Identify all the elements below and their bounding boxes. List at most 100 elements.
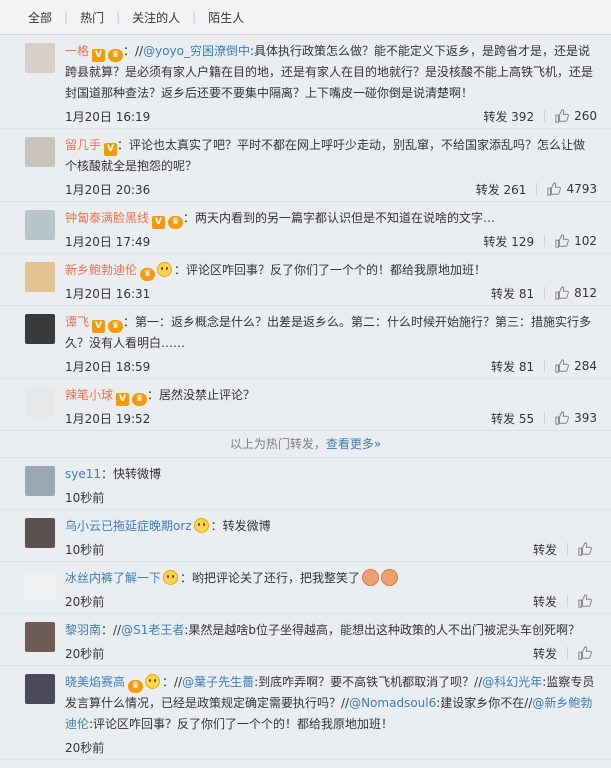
avatar[interactable] [25,43,55,73]
repost-body: 黎羽南：//@S1老王者:果然是越啥b位子坐得越高，能想出这种政策的人不出门被泥… [65,620,597,665]
like-button[interactable]: 260 [555,109,597,123]
divider [567,647,568,659]
recent-repost-item: 乌小云已拖延症晚期orz ：转发微博 10秒前 转发 [0,510,611,562]
mention-link[interactable]: @科幻光年 [482,675,542,689]
timestamp[interactable]: 20秒前 [65,645,533,662]
repost-body: 一格 V ♛ ：//@yoyo_穷困潦倒中:具体执行政策怎么做？能不能定义下返乡，是跨… [65,41,597,128]
repost-content-text: ：哟把评论关了还行，把我整笑了 [180,571,361,585]
avatar[interactable] [25,137,55,167]
user-nickname[interactable]: 一格 [65,44,89,58]
thumb-up-icon [555,411,569,425]
like-button[interactable] [578,542,597,556]
timestamp[interactable]: 10秒前 [65,489,597,506]
view-more-link[interactable]: 查看更多» [326,437,381,451]
repost-button[interactable]: 转发 81 [491,358,534,375]
like-count: 393 [574,411,597,425]
smiley-face-icon [157,262,173,277]
avatar[interactable] [25,314,55,344]
avatar[interactable] [25,674,55,704]
repost-button[interactable]: 转发 [533,541,557,558]
tab-following[interactable]: 关注的人 [130,9,182,26]
repost-content-text: ：// [101,623,122,637]
divider [536,183,538,195]
avatar[interactable] [25,518,55,548]
like-button[interactable]: 102 [555,234,597,248]
repost-meta: 1月20日 17:49 转发 129 102 [65,229,597,253]
mention-link[interactable]: @yoyo_穷困潦倒中 [143,44,250,58]
user-nickname[interactable]: 留几手 [65,138,101,152]
user-nickname[interactable]: sye11 [65,467,101,481]
hot-repost-item: 谭飞 V ♛ ：第一：返乡概念是什么？出差是返乡么。第二：什么时候开始施行？第三：措施… [0,306,611,379]
repost-content-text: ：转发微博 [210,519,271,533]
more-hot-text: 以上为热门转发， [229,437,326,451]
repost-button[interactable]: 转发 261 [476,181,527,198]
repost-content-text: ：第一：返乡概念是什么？出差是返乡么。第二：什么时候开始施行？第三：措施实行多久… [65,315,592,350]
timestamp[interactable]: 20秒前 [65,739,597,756]
timestamp[interactable]: 1月20日 17:49 [65,233,483,250]
like-count: 260 [574,109,597,123]
thumb-up-icon [578,542,592,556]
like-button[interactable] [578,594,597,608]
timestamp[interactable]: 1月20日 19:52 [65,410,491,427]
repost-button[interactable]: 转发 81 [491,285,534,302]
repost-meta: 10秒前 [65,485,597,509]
mention-link[interactable]: @葉子先生薔 [182,675,254,689]
avatar[interactable] [25,262,55,292]
repost-list-panel: 全部 | 热门 | 关注的人 | 陌生人 一格 V ♛ ：//@yoyo_穷困潦倒中:… [0,0,611,768]
timestamp[interactable]: 1月20日 20:36 [65,181,476,198]
user-nickname[interactable]: 辣笔小球 [65,388,113,402]
like-button[interactable]: 284 [555,359,597,373]
tab-all[interactable]: 全部 [26,9,54,26]
verified-badge-icon: V [116,393,130,406]
mention-link[interactable]: @S1老王者 [121,623,184,637]
repost-meta: 1月20日 19:52 转发 55 393 [65,406,597,430]
repost-meta: 1月20日 16:31 转发 81 812 [65,281,597,305]
user-nickname[interactable]: 乌小云已拖延症晚期orz [65,519,192,533]
timestamp[interactable]: 1月20日 18:59 [65,358,491,375]
repost-content-text: :评论区咋回事？反了你们了一个个的！都给我原地加班！ [89,717,394,731]
user-nickname[interactable]: 黎羽南 [65,623,101,637]
thumb-up-icon [555,359,569,373]
timestamp[interactable]: 1月20日 16:31 [65,285,491,302]
timestamp[interactable]: 10秒前 [65,541,533,558]
user-nickname[interactable]: 谭飞 [65,315,89,329]
avatar[interactable] [25,387,55,417]
like-button[interactable]: 4793 [547,182,597,196]
user-nickname[interactable]: 新乡鲍勃迪伦 [65,263,137,277]
repost-text: sye11：快转微博 [65,464,597,485]
repost-button[interactable]: 转发 129 [483,233,534,250]
filter-tabs: 全部 | 热门 | 关注的人 | 陌生人 [0,0,611,35]
user-nickname[interactable]: 钟匐泰满脸黑线 [65,211,149,225]
hot-repost-item: 辣笔小球 V ♛ ：居然没禁止评论？ 1月20日 19:52 转发 55 393 [0,379,611,431]
repost-body: 留几手 V ：评论也太真实了吧？平时不都在网上呼吁少走动，别乱窜，不给国家添乱吗？怎… [65,135,597,201]
user-nickname[interactable]: 晓美焰赛高 [65,675,125,689]
repost-button[interactable]: 转发 [533,593,557,610]
recent-repost-list: sye11：快转微博 10秒前 乌小云已拖延症晚期orz ：转发微博 10秒前 转发 冰丝内… [0,458,611,760]
like-button[interactable]: 812 [555,286,597,300]
tab-hot[interactable]: 热门 [78,9,106,26]
tab-strangers[interactable]: 陌生人 [206,9,246,26]
like-count: 812 [574,286,597,300]
repost-button[interactable]: 转发 392 [483,108,534,125]
like-button[interactable]: 393 [555,411,597,425]
timestamp[interactable]: 20秒前 [65,593,533,610]
hot-repost-item: 留几手 V ：评论也太真实了吧？平时不都在网上呼吁少走动，别乱窜，不给国家添乱吗？怎… [0,129,611,202]
avatar[interactable] [25,210,55,240]
hot-repost-list: 一格 V ♛ ：//@yoyo_穷困潦倒中:具体执行政策怎么做？能不能定义下返乡，是跨… [0,35,611,431]
avatar[interactable] [25,466,55,496]
repost-button[interactable]: 转发 [533,645,557,662]
repost-body: sye11：快转微博 10秒前 [65,464,597,509]
like-button[interactable] [578,646,597,660]
repost-button[interactable]: 转发 55 [491,410,534,427]
avatar[interactable] [25,570,55,600]
user-nickname[interactable]: 冰丝内裤了解一下 [65,571,161,585]
timestamp[interactable]: 1月20日 16:19 [65,108,483,125]
repost-content-text: :建设家乡你不在// [436,696,533,710]
repost-content-text: ：评论区咋回事？反了你们了一个个的！都给我原地加班！ [174,263,487,277]
repost-meta: 1月20日 18:59 转发 81 284 [65,354,597,378]
recent-repost-item: sye11：快转微博 10秒前 [0,458,611,510]
repost-text: 一格 V ♛ ：//@yoyo_穷困潦倒中:具体执行政策怎么做？能不能定义下返乡，是跨… [65,41,597,104]
mention-link[interactable]: @Nomadsoul6 [349,696,436,710]
recent-repost-item: 晓美焰赛高 ♛ ：//@葉子先生薔:到底咋弄啊？要不高铁飞机都取消了呗？//@科幻光… [0,666,611,760]
avatar[interactable] [25,622,55,652]
